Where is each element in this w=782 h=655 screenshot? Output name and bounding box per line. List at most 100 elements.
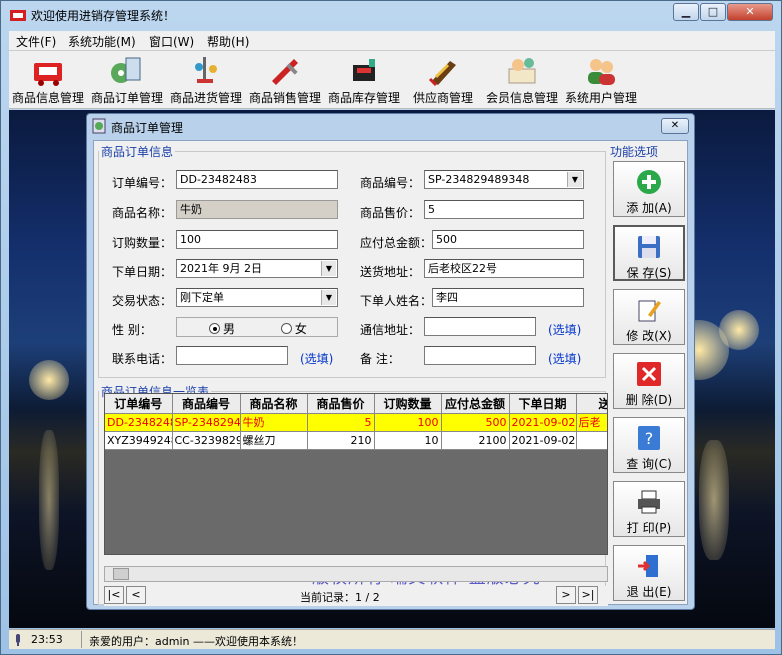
gender-female-radio[interactable]: 女 xyxy=(280,322,307,336)
grid-header-row: 订单编号 商品编号 商品名称 商品售价 订购数量 应付总金额 下单日期 送货 xyxy=(105,394,607,414)
chevron-down-icon[interactable]: ▼ xyxy=(567,172,582,187)
toolbar-supplier[interactable]: 供应商管理 xyxy=(403,53,483,107)
record-counter: 当前记录：1 / 2 xyxy=(300,591,380,604)
exit-button[interactable]: 退 出(E) xyxy=(613,545,685,601)
goods-no-value: SP-234829489348 xyxy=(428,173,530,186)
column-header[interactable]: 订单编号 xyxy=(105,394,173,414)
table-cell: 牛奶 xyxy=(240,413,308,432)
next-record-button[interactable]: > xyxy=(556,586,576,604)
goods-no-label: 商品编号： xyxy=(360,176,421,190)
qty-input[interactable]: 100 xyxy=(176,230,338,249)
note-optional: (选填) xyxy=(548,352,582,366)
save-button[interactable]: 保 存(S) xyxy=(613,225,685,281)
column-header[interactable]: 商品售价 xyxy=(307,394,375,414)
contact-address-optional: (选填) xyxy=(548,323,582,337)
total-input[interactable]: 500 xyxy=(432,230,584,249)
status-message: 亲爱的用户：admin ——欢迎使用本系统！ xyxy=(89,635,303,648)
supplier-icon xyxy=(428,61,456,87)
prev-record-button[interactable]: < xyxy=(126,586,146,604)
order-window-title: 商品订单管理 xyxy=(111,121,184,135)
order-no-input[interactable]: DD-23482483 xyxy=(176,170,338,189)
column-header[interactable]: 订购数量 xyxy=(374,394,442,414)
order-no-label: 订单编号： xyxy=(112,176,173,190)
phone-input[interactable] xyxy=(176,346,288,365)
actions-legend: 功能选项 xyxy=(610,145,659,159)
contact-address-input[interactable] xyxy=(424,317,536,336)
toolbar-purchase[interactable]: 商品进货管理 xyxy=(166,53,246,107)
table-row[interactable]: DD-23482483 SP-23482948 牛奶 5 100 500 202… xyxy=(105,413,607,432)
trade-status-select[interactable]: 刚下定单 ▼ xyxy=(176,288,338,307)
scroll-thumb[interactable] xyxy=(113,568,129,580)
buyer-input[interactable]: 李四 xyxy=(432,288,584,307)
horizontal-scrollbar[interactable] xyxy=(104,566,608,582)
menu-help[interactable]: 帮助(H) xyxy=(207,33,249,50)
column-header[interactable]: 应付总金额 xyxy=(441,394,510,414)
table-cell xyxy=(576,431,607,450)
gender-male-radio[interactable]: 男 xyxy=(209,322,235,336)
table-cell: DD-23482483 xyxy=(105,413,173,432)
query-button[interactable]: ? 查 询(C) xyxy=(613,417,685,473)
toolbar-stock[interactable]: 商品库存管理 xyxy=(324,53,404,107)
delete-button[interactable]: 删 除(D) xyxy=(613,353,685,409)
toolbar: 商品信息管理 商品订单管理 商品进货管理 商品销售管理 商品库存管理 供应商管理… xyxy=(9,51,775,109)
stock-icon xyxy=(353,59,375,81)
goods-no-select[interactable]: SP-234829489348 ▼ xyxy=(424,170,584,189)
order-info-legend: 商品订单信息 xyxy=(101,145,174,159)
toolbar-sales[interactable]: 商品销售管理 xyxy=(245,53,325,107)
print-button[interactable]: 打 印(P) xyxy=(613,481,685,537)
close-button[interactable]: ✕ xyxy=(727,3,773,21)
first-record-button[interactable]: |< xyxy=(104,586,124,604)
window-title: 欢迎使用进销存管理系统！ xyxy=(31,9,176,23)
table-row[interactable]: XYZ3949248 CC-3239829 螺丝刀 210 10 2100 20… xyxy=(105,431,607,450)
maximize-button[interactable]: □ xyxy=(700,3,726,21)
query-icon: ? xyxy=(638,426,660,450)
menu-system[interactable]: 系统功能(M) xyxy=(68,33,136,50)
order-window-icon xyxy=(92,118,106,134)
total-label: 应付总金额： xyxy=(360,236,433,250)
table-cell: 2021-09-02 xyxy=(509,431,577,450)
order-window: 商品订单管理 ✕ 商品订单信息 订单编号： DD-23482483 商品编号： … xyxy=(86,113,695,610)
minimize-button[interactable]: ▁ xyxy=(673,3,699,21)
clock-icon xyxy=(16,634,20,646)
add-button[interactable]: 添 加(A) xyxy=(613,161,685,217)
toolbar-member[interactable]: 会员信息管理 xyxy=(482,53,562,107)
status-label: 交易状态： xyxy=(112,294,173,308)
column-header[interactable]: 送货 xyxy=(576,394,607,414)
toolbar-users[interactable]: 系统用户管理 xyxy=(561,53,641,107)
order-icon xyxy=(111,57,141,83)
order-window-close-button[interactable]: ✕ xyxy=(661,118,689,134)
svg-text:?: ? xyxy=(645,429,654,448)
app-icon xyxy=(10,10,26,21)
edit-button[interactable]: 修 改(X) xyxy=(613,289,685,345)
edit-icon xyxy=(638,300,661,322)
add-icon xyxy=(637,170,661,194)
address-input[interactable]: 后老校区22号 xyxy=(424,259,584,278)
gender-group: 男 女 xyxy=(176,317,338,337)
date-picker[interactable]: 2021年 9月 2日 ▼ xyxy=(176,259,338,278)
column-header[interactable]: 商品名称 xyxy=(240,394,308,414)
exit-icon xyxy=(638,555,658,577)
note-label: 备 注： xyxy=(360,352,400,366)
order-window-title-bar: 商品订单管理 ✕ xyxy=(87,114,694,138)
order-grid[interactable]: 订单编号 商品编号 商品名称 商品售价 订购数量 应付总金额 下单日期 送货 D… xyxy=(104,393,608,555)
users-icon xyxy=(588,59,615,85)
chevron-down-icon[interactable]: ▼ xyxy=(321,290,336,305)
note-input[interactable] xyxy=(424,346,536,365)
menu-bar: 文件(F) 系统功能(M) 窗口(W) 帮助(H) xyxy=(9,31,775,51)
address-label: 送货地址： xyxy=(360,265,421,279)
toolbar-product-info[interactable]: 商品信息管理 xyxy=(8,53,88,107)
price-label: 商品售价： xyxy=(360,206,421,220)
column-header[interactable]: 下单日期 xyxy=(509,394,577,414)
last-record-button[interactable]: >| xyxy=(578,586,598,604)
table-cell: CC-3239829 xyxy=(172,431,241,450)
table-cell: 5 xyxy=(307,413,375,432)
chevron-down-icon[interactable]: ▼ xyxy=(321,261,336,276)
price-input[interactable]: 5 xyxy=(424,200,584,219)
toolbar-order[interactable]: 商品订单管理 xyxy=(87,53,167,107)
qty-label: 订购数量： xyxy=(112,236,173,250)
status-bar: 23:53 亲爱的用户：admin ——欢迎使用本系统！ xyxy=(9,629,775,649)
menu-file[interactable]: 文件(F) xyxy=(16,33,56,50)
menu-window[interactable]: 窗口(W) xyxy=(149,33,194,50)
table-cell: 2100 xyxy=(441,431,510,450)
column-header[interactable]: 商品编号 xyxy=(172,394,241,414)
